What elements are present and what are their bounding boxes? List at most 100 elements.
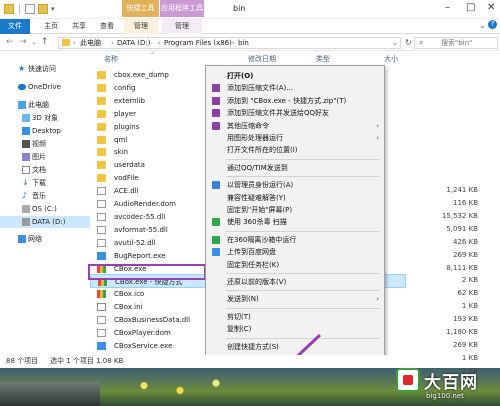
winrar-icon xyxy=(212,84,220,93)
file-name: externlib xyxy=(114,96,145,105)
forward-arrow-icon[interactable]: → xyxy=(19,37,27,47)
tab-view[interactable]: 查看 xyxy=(94,19,120,34)
sidebar-item-desktop[interactable]: Desktop xyxy=(0,125,90,137)
context-menu-item[interactable]: 其他压缩命令 › xyxy=(206,120,384,132)
search-input[interactable]: ⌕ 搜索"bin" xyxy=(414,37,498,49)
tab-home[interactable]: 主页 xyxy=(38,19,64,34)
column-header-name[interactable]: 名称 xyxy=(104,52,118,66)
sidebar-item-os-c[interactable]: OS (C:) xyxy=(0,203,90,215)
sidebar-item-pictures[interactable]: 图片 xyxy=(0,151,90,163)
context-menu-item[interactable]: 剪切(T) xyxy=(206,311,384,323)
context-menu-item[interactable]: 发送到(N) › xyxy=(206,293,384,305)
context-menu-item[interactable]: 添加到压缩文件并发送给QQ好友 xyxy=(206,107,384,119)
refresh-icon[interactable]: ↻ xyxy=(405,38,412,47)
file-name: CBox.ico xyxy=(114,290,145,299)
address-bar[interactable]: › 此电脑 › DATA (D:) › Program Files (x86) … xyxy=(58,37,401,49)
breadcrumb-bin[interactable]: bin xyxy=(238,38,249,48)
file-name: cbox.exe_dump xyxy=(114,71,169,79)
drive-icon xyxy=(22,205,30,213)
column-header-size[interactable]: 大小 xyxy=(384,52,398,66)
help-icon[interactable]: ? xyxy=(488,20,497,29)
menu-separator xyxy=(226,176,380,178)
desktop-icon xyxy=(22,127,30,135)
tab-share[interactable]: 共享 xyxy=(66,19,92,34)
context-menu-item[interactable]: 添加到 "CBox.exe - 快捷方式.zip"(T) xyxy=(206,95,384,107)
item-count: 88 个项目 xyxy=(6,357,39,365)
file-size: 269 KB xyxy=(453,340,478,349)
folder-icon xyxy=(97,109,106,118)
file-name: BugReport.exe xyxy=(114,251,166,260)
close-icon[interactable]: ✕ xyxy=(487,2,495,13)
context-menu-item[interactable]: 使用 360杀毒 扫描 xyxy=(206,216,384,228)
star-icon: ★ xyxy=(18,64,26,73)
context-menu-item[interactable]: 固定到"开始"屏幕(P) xyxy=(206,204,384,216)
context-menu-item[interactable]: 还原以前的版本(V) xyxy=(206,276,384,288)
context-menu-item[interactable]: 打开文件所在的位置(I) xyxy=(206,144,384,156)
context-menu-item[interactable]: 打开(O) xyxy=(206,70,384,82)
menu-item-label: 固定到"开始"屏幕(P) xyxy=(227,206,293,214)
file-icon xyxy=(97,187,106,196)
maximize-icon[interactable]: □ xyxy=(466,2,475,13)
menu-separator xyxy=(226,307,380,309)
sidebar-item-3d-objects[interactable]: 3D 对象 xyxy=(0,112,90,124)
sidebar-item-music[interactable]: ♪ 音乐 xyxy=(0,190,90,202)
context-menu-item[interactable]: 兼容性疑难解答(Y) xyxy=(206,192,384,204)
context-menu-item[interactable]: 通过QQ/TIM发送到 xyxy=(206,162,384,174)
sidebar-item-data-d[interactable]: DATA (D:) xyxy=(0,216,90,228)
sidebar-item-documents[interactable]: 文档 xyxy=(0,164,90,176)
tab-manage-shortcut[interactable]: 管理 xyxy=(124,19,158,34)
breadcrumb-data-drive[interactable]: DATA (D:) xyxy=(117,38,150,48)
context-menu-item[interactable]: 用图形处理器运行 › xyxy=(206,132,384,144)
video-icon xyxy=(22,140,30,148)
antivirus-icon xyxy=(212,218,220,227)
context-menu-item[interactable]: 上传到百度网盘 xyxy=(206,246,384,258)
properties-icon[interactable] xyxy=(25,4,35,14)
folder-icon xyxy=(97,161,106,170)
context-menu-item[interactable]: 以管理员身份运行(A) xyxy=(206,179,384,191)
sidebar-item-downloads[interactable]: ↓ 下载 xyxy=(0,177,90,189)
menu-item-label: 发送到(N) xyxy=(227,295,259,304)
sidebar-item-quick-access[interactable]: ★ 快速访问 xyxy=(0,63,90,75)
ribbon-expand-icon[interactable]: ⌄ xyxy=(479,21,486,30)
quick-access-dropdown-icon[interactable]: ▾ xyxy=(51,4,55,14)
folder-icon xyxy=(97,174,106,183)
menu-separator xyxy=(226,230,380,232)
file-icon xyxy=(97,303,106,312)
tab-file[interactable]: 文件 xyxy=(0,19,30,34)
column-header-type[interactable]: 类型 xyxy=(316,52,330,66)
file-name: player xyxy=(114,109,137,118)
recent-dropdown-icon[interactable]: ⌄ xyxy=(31,38,37,46)
file-size: 15,532 KB xyxy=(441,211,478,220)
file-name: ACE.dll xyxy=(114,187,139,196)
minimize-icon[interactable]: – xyxy=(445,2,450,13)
back-arrow-icon[interactable]: ← xyxy=(6,37,14,47)
address-dropdown-icon[interactable]: ⌄ xyxy=(392,38,398,48)
highlight-box-shortcut xyxy=(88,264,206,280)
context-menu-item[interactable]: 固定到任务栏(K) xyxy=(206,259,384,271)
folder-icon xyxy=(62,39,70,46)
column-header-date[interactable]: 修改日期 xyxy=(248,52,276,66)
sidebar-item-onedrive[interactable]: OneDrive xyxy=(0,81,90,93)
breadcrumb-this-pc[interactable]: 此电脑 xyxy=(80,38,101,48)
sidebar-item-videos[interactable]: 视频 xyxy=(0,138,90,150)
selection-info: 选中 1 个项目 1.08 KB xyxy=(50,357,124,365)
tab-manage-app[interactable]: 管理 xyxy=(162,19,202,34)
context-menu-item[interactable]: 在360隔离沙箱中运行 xyxy=(206,234,384,246)
up-arrow-icon[interactable]: ↑ xyxy=(41,37,49,47)
winrar-icon xyxy=(212,96,220,105)
file-name: vodFile xyxy=(114,174,139,183)
breadcrumb-program-files[interactable]: Program Files (x86) xyxy=(164,38,232,48)
sidebar-item-network[interactable]: 网络 xyxy=(0,233,90,245)
menu-separator xyxy=(226,290,380,292)
submenu-chevron-icon: › xyxy=(376,134,379,142)
cube-icon xyxy=(22,114,30,122)
shield-icon xyxy=(212,181,220,190)
winrar-icon xyxy=(212,121,220,130)
sidebar-item-this-pc[interactable]: 此电脑 xyxy=(0,99,90,111)
new-folder-icon[interactable] xyxy=(38,4,48,14)
file-name: avutil-52.dll xyxy=(114,238,156,247)
file-name: CBox.ini xyxy=(114,303,143,312)
context-menu-item[interactable]: 添加到压缩文件(A)... xyxy=(206,82,384,94)
submenu-chevron-icon: › xyxy=(376,295,379,304)
cloud-icon xyxy=(18,84,26,90)
